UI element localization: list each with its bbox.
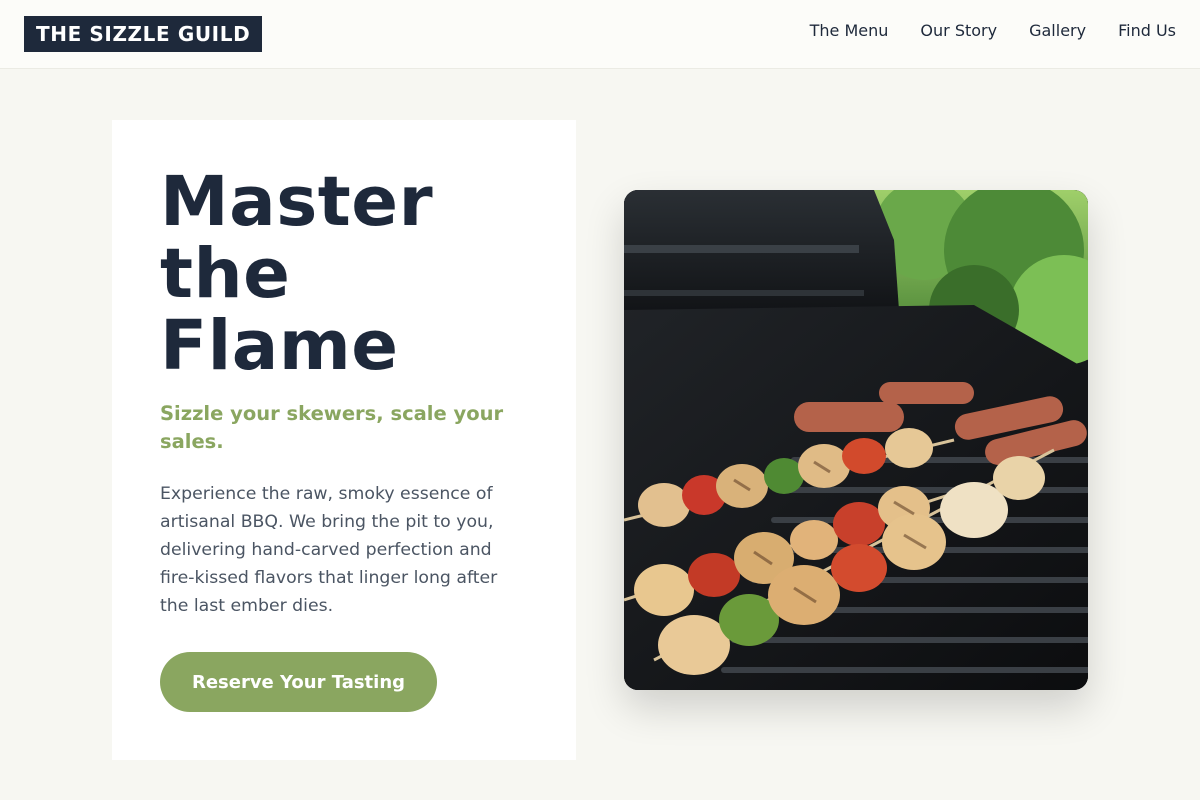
nav-item-gallery[interactable]: Gallery [1029,20,1086,42]
nav-item-find-us[interactable]: Find Us [1118,20,1176,42]
site-header: THE SIZZLE GUILD The Menu Our Story Gall… [0,0,1200,69]
logo[interactable]: THE SIZZLE GUILD [24,16,263,52]
hero-title-line: Flame [160,306,399,386]
grilled-skewers-photo [624,190,1088,690]
hero-title: Master the Flame [160,166,560,382]
hero-title-line: the [160,234,291,314]
nav-item-our-story[interactable]: Our Story [920,20,997,42]
hero-card: Master the Flame Sizzle your skewers, sc… [112,120,576,760]
main-nav: The Menu Our Story Gallery Find Us [810,20,1176,42]
hero-description: Experience the raw, smoky essence of art… [160,484,498,616]
hero-subtitle: Sizzle your skewers, scale your sales. [160,402,504,453]
hero-title-line: Master [160,162,434,242]
nav-item-menu[interactable]: The Menu [810,20,889,42]
reserve-tasting-button[interactable]: Reserve Your Tasting [160,652,437,712]
